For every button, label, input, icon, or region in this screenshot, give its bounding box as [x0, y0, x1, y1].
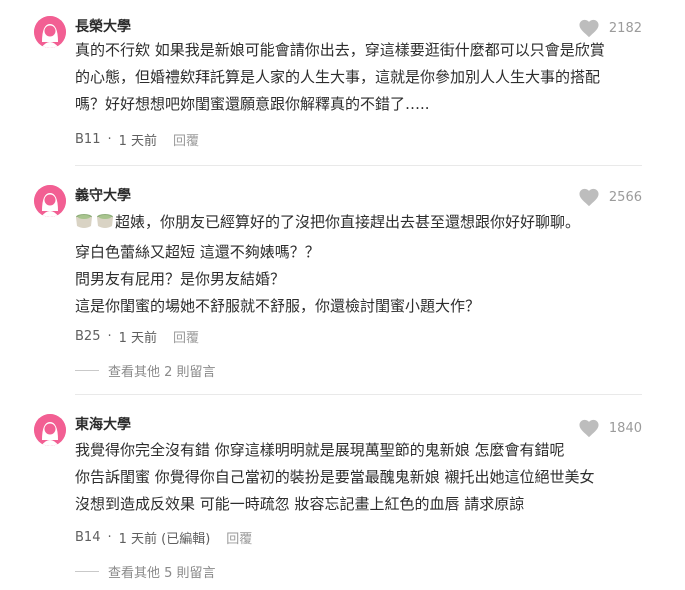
comment-divider — [75, 394, 642, 395]
heart-icon — [579, 419, 599, 438]
school-name[interactable]: 東海大學 — [75, 415, 131, 435]
like-count: 2566 — [608, 189, 642, 205]
more-line — [75, 369, 99, 371]
heart-icon — [579, 19, 599, 38]
comment-line: 真的不行欸 如果我是新娘可能會請你出去，穿這樣要逛街什麼都可以只會是欣賞 — [75, 41, 605, 59]
comment-line: 我覺得你完全沒有錯 你穿這樣明明就是展現萬聖節的鬼新娘 怎麼會有錯呢 — [75, 441, 565, 459]
reply-button[interactable]: 回覆 — [173, 130, 199, 149]
comment-divider — [75, 165, 642, 166]
like-count: 2182 — [608, 20, 642, 36]
comment-meta: B11 · 1 天前 回覆 — [75, 130, 199, 149]
separator-dot: · — [107, 328, 112, 344]
comment-body: 真的不行欸 如果我是新娘可能會請你出去，穿這樣要逛街什麼都可以只會是欣賞 的心態… — [75, 37, 635, 118]
separator-dot: · — [107, 529, 112, 545]
view-more-replies[interactable]: 查看其他 5 則留言 — [75, 562, 216, 581]
timestamp: 1 天前 — [118, 133, 158, 149]
view-more-label: 查看其他 5 則留言 — [108, 565, 216, 581]
teacup-emoji-icon — [75, 212, 115, 239]
reply-button[interactable]: 回覆 — [173, 327, 199, 346]
comment-line: 沒想到造成反效果 可能一時疏忽 妝容忘記畫上紅色的血唇 請求原諒 — [75, 495, 525, 513]
comment-line: 這是你閨蜜的場她不舒服就不舒服，你還檢討閨蜜小題大作？ — [75, 297, 481, 315]
comment-line: 問男友有屁用？是你男友結婚？ — [75, 270, 286, 288]
like-button[interactable]: 1840 — [578, 418, 642, 438]
timestamp: 1 天前 (已編輯) — [118, 531, 211, 547]
avatar[interactable] — [34, 185, 66, 217]
school-name[interactable]: 義守大學 — [75, 186, 131, 206]
comment-line: 嗎？好好想想吧妳閨蜜還願意跟你解釋真的不錯了….. — [75, 95, 430, 113]
comment-line: 穿白色蕾絲又超短 這還不夠婊嗎？？ — [75, 243, 320, 261]
floor-number: B11 — [75, 131, 101, 147]
female-avatar-icon — [34, 185, 66, 217]
floor-number: B25 — [75, 328, 101, 344]
comment-body: 我覺得你完全沒有錯 你穿這樣明明就是展現萬聖節的鬼新娘 怎麼會有錯呢 你告訴閨蜜… — [75, 437, 635, 518]
avatar[interactable] — [34, 16, 66, 48]
heart-icon — [579, 188, 599, 207]
separator-dot: · — [107, 131, 112, 147]
floor-number: B14 — [75, 529, 101, 545]
comment-line: 你告訴閨蜜 你覺得你自己當初的裝扮是要當最醜鬼新娘 襯托出她這位絕世美女 — [75, 468, 595, 486]
comment-line-text: 超婊，你朋友已經算好的了沒把你直接趕出去甚至還想跟你好好聊聊。 — [115, 213, 581, 231]
school-name[interactable]: 長榮大學 — [75, 17, 131, 37]
female-avatar-icon — [34, 414, 66, 446]
female-avatar-icon — [34, 16, 66, 48]
view-more-replies[interactable]: 查看其他 2 則留言 — [75, 361, 216, 380]
comment-line: 超婊，你朋友已經算好的了沒把你直接趕出去甚至還想跟你好好聊聊。 — [75, 209, 635, 239]
comment-line: 的心態，但婚禮欸拜託算是人家的人生大事，這就是你參加別人人生大事的搭配 — [75, 68, 601, 86]
avatar[interactable] — [34, 414, 66, 446]
reply-button[interactable]: 回覆 — [226, 528, 252, 547]
like-button[interactable]: 2566 — [578, 187, 642, 207]
like-button[interactable]: 2182 — [578, 18, 642, 38]
view-more-label: 查看其他 2 則留言 — [108, 364, 216, 380]
comment-meta: B14 · 1 天前 (已編輯) 回覆 — [75, 528, 252, 547]
comment-body: 超婊，你朋友已經算好的了沒把你直接趕出去甚至還想跟你好好聊聊。 穿白色蕾絲又超短… — [75, 209, 635, 320]
timestamp: 1 天前 — [118, 330, 158, 346]
like-count: 1840 — [608, 420, 642, 436]
comment-meta: B25 · 1 天前 回覆 — [75, 327, 199, 346]
more-line — [75, 570, 99, 572]
